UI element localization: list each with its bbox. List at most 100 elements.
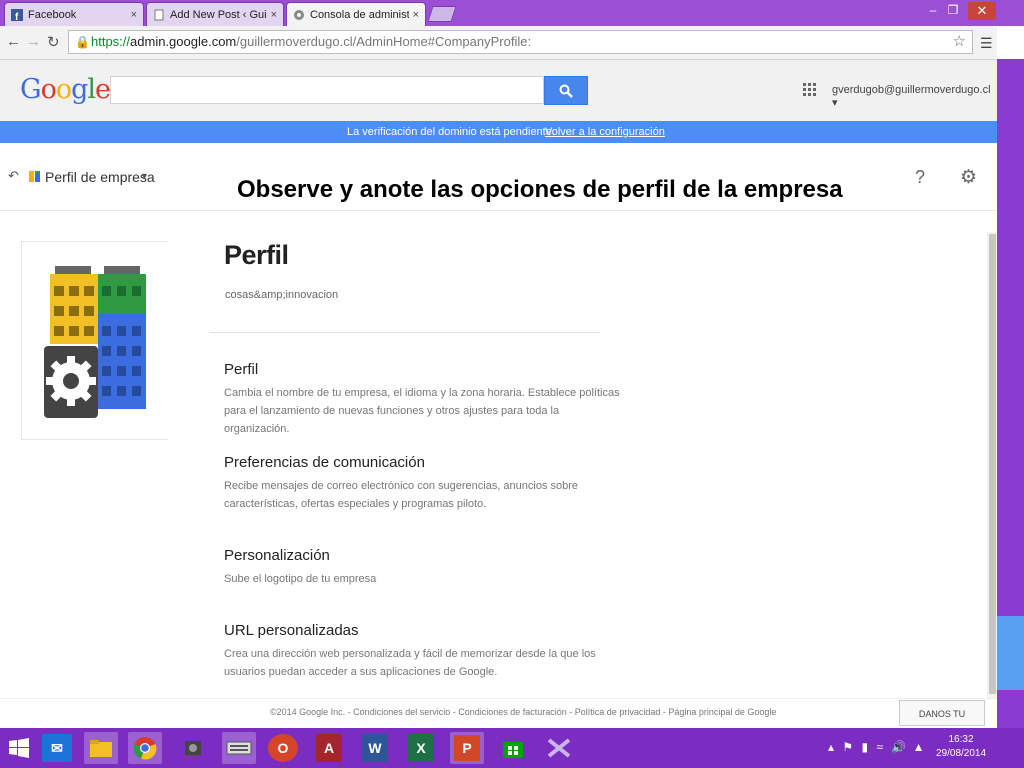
section-url-personalizadas[interactable]: URL personalizadas Crea una dirección we…	[224, 622, 624, 681]
minimize-button[interactable]: –	[922, 3, 944, 17]
breadcrumb[interactable]: Perfil de empresa	[45, 169, 155, 185]
search-input[interactable]	[110, 76, 544, 104]
file-explorer-icon[interactable]	[84, 732, 118, 764]
back-to-setup-link[interactable]: Volver a la configuración	[545, 121, 665, 143]
section-description: Crea una dirección web personalizada y f…	[224, 648, 596, 678]
section-heading[interactable]: Perfil	[224, 361, 624, 378]
search-icon	[559, 84, 573, 98]
tab-admin-console[interactable]: Consola de administración ×	[286, 2, 426, 26]
clock-date: 29/08/2014	[936, 748, 987, 759]
logo-letter: G	[20, 74, 42, 105]
volume-icon[interactable]: 🔊	[891, 740, 906, 754]
clock[interactable]: 16:32 29/08/2014	[936, 733, 986, 761]
chrome-icon[interactable]	[128, 732, 162, 764]
powerpoint-icon[interactable]: P	[450, 732, 484, 764]
feedback-button[interactable]: DANOS TU OPINIÓN	[899, 700, 985, 745]
back-arrow-icon[interactable]: ↶	[8, 168, 19, 184]
logo-letter: g	[71, 74, 88, 105]
url-scheme: https://	[91, 34, 131, 49]
url-path: /guillermoverdugo.cl/AdminHome#CompanyPr…	[236, 34, 532, 49]
company-profile-illustration	[21, 241, 168, 440]
section-description: Sube el logotipo de tu empresa	[224, 573, 377, 585]
notice-text: La verificación del dominio está pendien…	[347, 126, 555, 138]
search-button[interactable]	[544, 76, 588, 105]
logo-letter: l	[87, 74, 96, 105]
back-arrow-icon[interactable]: ←	[6, 33, 21, 50]
tab-title: Consola de administración	[310, 8, 409, 21]
overlay-title: Observe y anote las opciones de perfil d…	[237, 176, 843, 203]
admin-icon	[294, 9, 304, 20]
mail-icon[interactable]: ✉	[42, 734, 72, 762]
tab-facebook[interactable]: f Facebook ×	[4, 2, 144, 26]
url-text: https://admin.google.com/guillermoverdug…	[91, 31, 531, 53]
windows-start-icon[interactable]	[2, 732, 36, 764]
lock-icon: 🔒	[75, 35, 90, 49]
chevron-up-icon[interactable]: ▴	[828, 740, 834, 754]
gear-icon[interactable]: ⚙	[960, 166, 977, 189]
footer-links[interactable]: ©2014 Google Inc. - Condiciones del serv…	[270, 707, 776, 717]
excel-icon[interactable]: X	[408, 734, 434, 762]
company-name: cosas&amp;innovacion	[225, 289, 339, 301]
url-host: admin.google.com	[130, 34, 237, 49]
section-heading[interactable]: Preferencias de comunicación	[224, 454, 624, 471]
tab-close-button[interactable]: ×	[413, 9, 419, 21]
system-tray: ▴ ⚑ ▮ ≈ 🔊 ▲	[828, 740, 925, 754]
footer: ©2014 Google Inc. - Condiciones del serv…	[0, 698, 997, 729]
building-icon	[29, 171, 40, 182]
tab-add-new-post[interactable]: Add New Post ‹ Guillermo ×	[146, 2, 284, 26]
forward-arrow-icon[interactable]: →	[26, 33, 41, 50]
desktop-background	[997, 616, 1024, 690]
logo-letter: o	[40, 74, 57, 105]
divider	[210, 332, 600, 333]
flag-icon[interactable]: ⚑	[842, 740, 853, 754]
store-icon[interactable]	[496, 732, 530, 764]
account-menu[interactable]: gverdugob@guillermoverdugo.cl ▾	[832, 84, 997, 109]
word-icon[interactable]: W	[362, 734, 388, 762]
scrollbar-thumb[interactable]	[989, 234, 996, 694]
section-description: Cambia el nombre de tu empresa, el idiom…	[224, 387, 620, 435]
domain-verification-banner: La verificación del dominio está pendien…	[0, 121, 997, 143]
app-icon[interactable]	[176, 732, 210, 764]
account-email: gverdugob@guillermoverdugo.cl	[832, 84, 991, 96]
menu-icon[interactable]: ☰	[980, 35, 993, 52]
logo-letter: e	[95, 74, 111, 105]
access-icon[interactable]: A	[316, 734, 342, 762]
window-close-button[interactable]: ✕	[968, 2, 996, 20]
page-header: ↶ Perfil de empresa ▼ Observe y anote la…	[0, 143, 997, 211]
section-preferencias-comunicacion[interactable]: Preferencias de comunicación Recibe mens…	[224, 454, 624, 513]
section-personalizacion[interactable]: Personalización Sube el logotipo de tu e…	[224, 547, 624, 588]
section-perfil[interactable]: Perfil Cambia el nombre de tu empresa, e…	[224, 361, 624, 438]
tab-close-button[interactable]: ×	[271, 9, 277, 21]
battery-icon[interactable]: ▮	[861, 740, 868, 754]
page-icon	[154, 9, 164, 20]
chevron-down-icon: ▾	[832, 97, 838, 109]
browser-toolbar: ← → ↻ 🔒 https://admin.google.com/guiller…	[0, 26, 997, 60]
keyboard-icon[interactable]	[222, 732, 256, 764]
google-logo[interactable]: Google	[20, 74, 111, 105]
page-title: Perfil	[224, 240, 289, 270]
drive-icon[interactable]: ▲	[913, 740, 925, 754]
browser-titlebar: f Facebook × Add New Post ‹ Guillermo × …	[0, 0, 1024, 26]
new-tab-button[interactable]	[427, 6, 457, 22]
bookmark-star-icon[interactable]: ☆	[953, 31, 966, 53]
facebook-icon: f	[11, 8, 23, 21]
section-heading[interactable]: Personalización	[224, 547, 624, 564]
windows-taskbar: ✉ O A W X P ▴ ⚑ ▮ ≈ 🔊 ▲ 16:32 29/08/2014	[0, 728, 1024, 768]
section-description: Recibe mensajes de correo electrónico co…	[224, 480, 579, 510]
network-icon[interactable]: ≈	[876, 740, 883, 754]
address-bar[interactable]: 🔒 https://admin.google.com/guillermoverd…	[68, 30, 973, 54]
visual-studio-icon[interactable]	[542, 732, 576, 764]
apps-grid-icon[interactable]	[803, 83, 817, 97]
restore-button[interactable]: ❐	[942, 3, 964, 17]
section-heading[interactable]: URL personalizadas	[224, 622, 624, 639]
opera-icon[interactable]: O	[268, 734, 298, 762]
logo-letter: o	[55, 74, 72, 105]
reload-icon[interactable]: ↻	[47, 33, 60, 51]
clock-time: 16:32	[948, 734, 974, 745]
tab-close-button[interactable]: ×	[131, 9, 137, 21]
chevron-down-icon[interactable]: ▼	[140, 171, 149, 181]
help-icon[interactable]: ?	[915, 167, 925, 188]
tab-title: Add New Post ‹ Guillermo	[170, 8, 267, 21]
google-header: Google gverdugob@guillermoverdugo.cl ▾	[0, 60, 997, 122]
tab-title: Facebook	[28, 8, 77, 21]
